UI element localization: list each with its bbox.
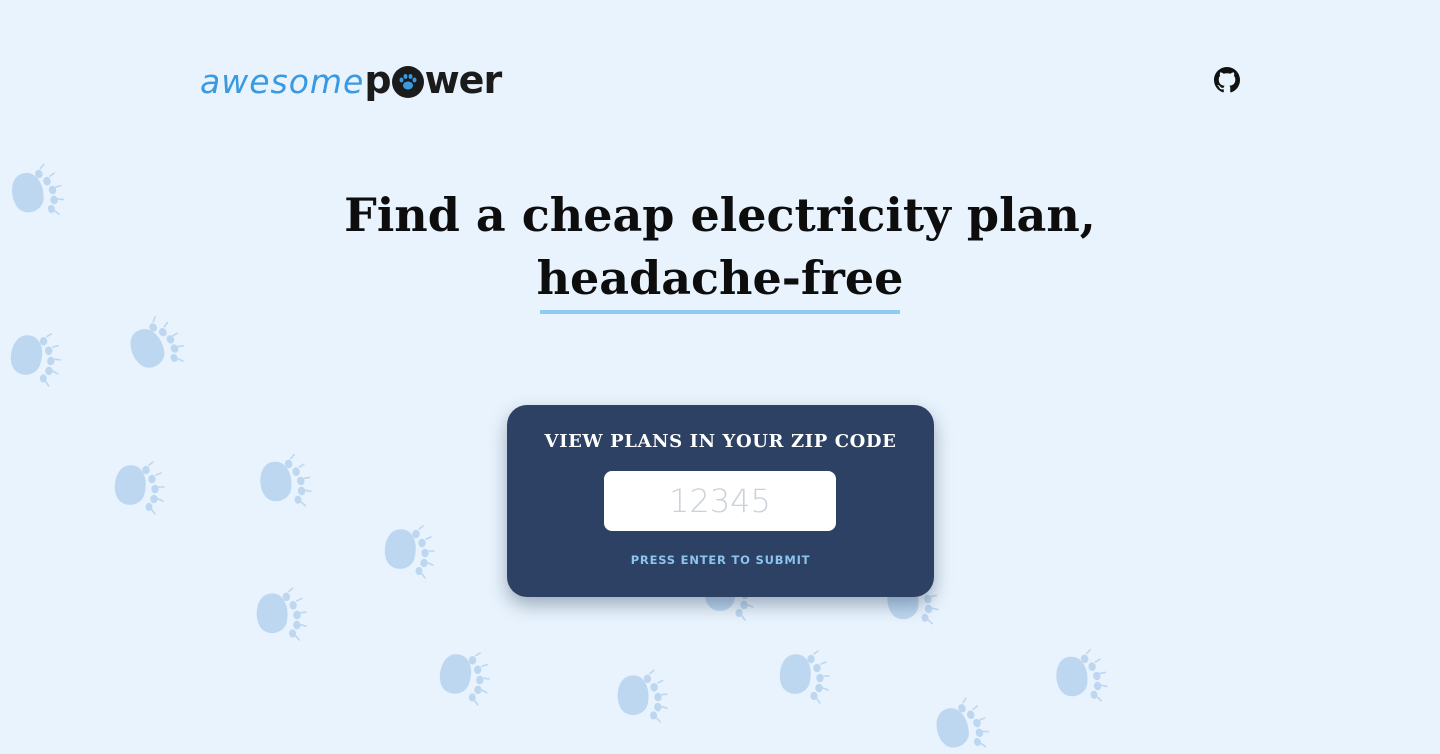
paw-print-icon <box>615 668 670 727</box>
zip-card-title: VIEW PLANS IN YOUR ZIP CODE <box>544 431 897 452</box>
submit-hint: PRESS ENTER TO SUBMIT <box>630 553 811 567</box>
zip-code-input[interactable] <box>604 471 836 531</box>
logo-paw-icon <box>391 66 424 98</box>
site-header: awesome p wer <box>200 58 1240 102</box>
paw-print-icon <box>114 461 165 515</box>
github-link[interactable] <box>1214 67 1240 93</box>
logo-awesome-text: awesome <box>200 62 365 101</box>
paw-print-icon <box>8 329 63 388</box>
paw-print-icon <box>1052 647 1111 709</box>
paw-print-icon <box>929 693 995 754</box>
paw-print-icon <box>779 650 830 704</box>
github-icon <box>1214 67 1240 93</box>
site-logo[interactable]: awesome p wer <box>200 58 503 102</box>
zip-code-card: VIEW PLANS IN YOUR ZIP CODE PRESS ENTER … <box>507 405 934 597</box>
paw-print-icon <box>254 586 309 645</box>
paw-print-icon <box>384 525 435 579</box>
hero-headline: Find a cheap electricity plan, headache-… <box>0 184 1440 310</box>
logo-power-text: p wer <box>364 58 503 102</box>
logo-power-prefix: p <box>364 58 391 102</box>
hero-line-2: headache-free <box>536 251 904 305</box>
paw-print-icon <box>121 310 192 382</box>
hero-line-1: Find a cheap electricity plan, <box>344 188 1096 242</box>
paw-print-background <box>6 160 1111 754</box>
logo-power-suffix: wer <box>424 58 503 102</box>
paw-print-icon <box>256 452 315 514</box>
headline-underline <box>540 310 900 314</box>
paw-print-icon <box>437 648 492 707</box>
